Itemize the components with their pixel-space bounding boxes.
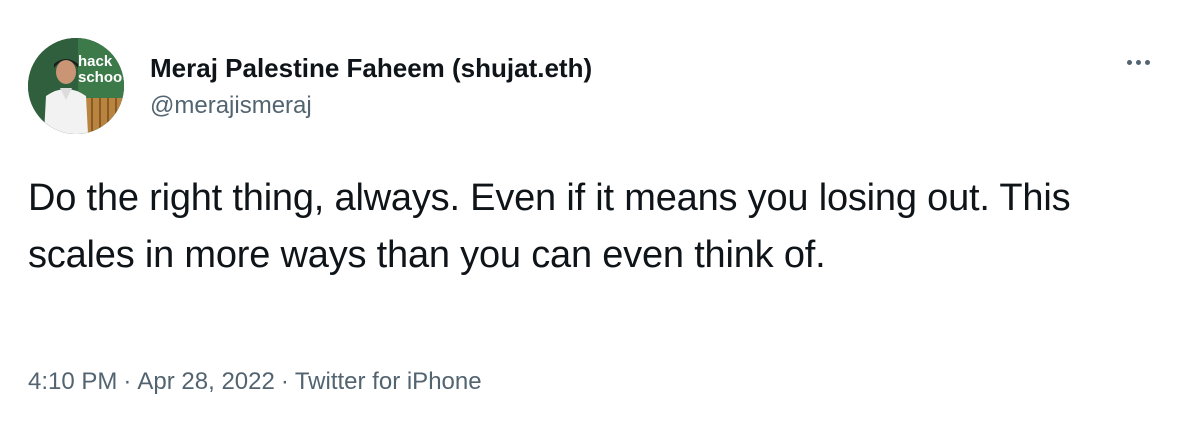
meta-separator: · xyxy=(280,368,289,395)
tweet-date[interactable]: Apr 28, 2022 xyxy=(137,367,274,397)
meta-separator: · xyxy=(123,368,132,395)
avatar-sign-line-1: hack xyxy=(78,53,113,70)
tweet-text: Do the right thing, always. Even if it m… xyxy=(28,177,1071,276)
more-options-button[interactable] xyxy=(1118,46,1158,78)
avatar[interactable]: hack schoo xyxy=(28,38,124,134)
author-handle[interactable]: @merajismeraj xyxy=(150,91,312,121)
tweet-source[interactable]: Twitter for iPhone xyxy=(295,367,482,397)
tweet-meta: 4:10 PM · Apr 28, 2022 · Twitter for iPhone xyxy=(28,367,482,397)
author-display-name[interactable]: Meraj Palestine Faheem (shujat.eth) xyxy=(150,52,592,84)
tweet-time[interactable]: 4:10 PM xyxy=(28,367,117,397)
avatar-sign-line-2: schoo xyxy=(78,69,122,86)
more-horizontal-icon xyxy=(1125,59,1152,65)
avatar-image: hack schoo xyxy=(28,38,124,134)
tweet-card: hack schoo Meraj Palestine Faheem (shuja… xyxy=(0,0,1192,422)
